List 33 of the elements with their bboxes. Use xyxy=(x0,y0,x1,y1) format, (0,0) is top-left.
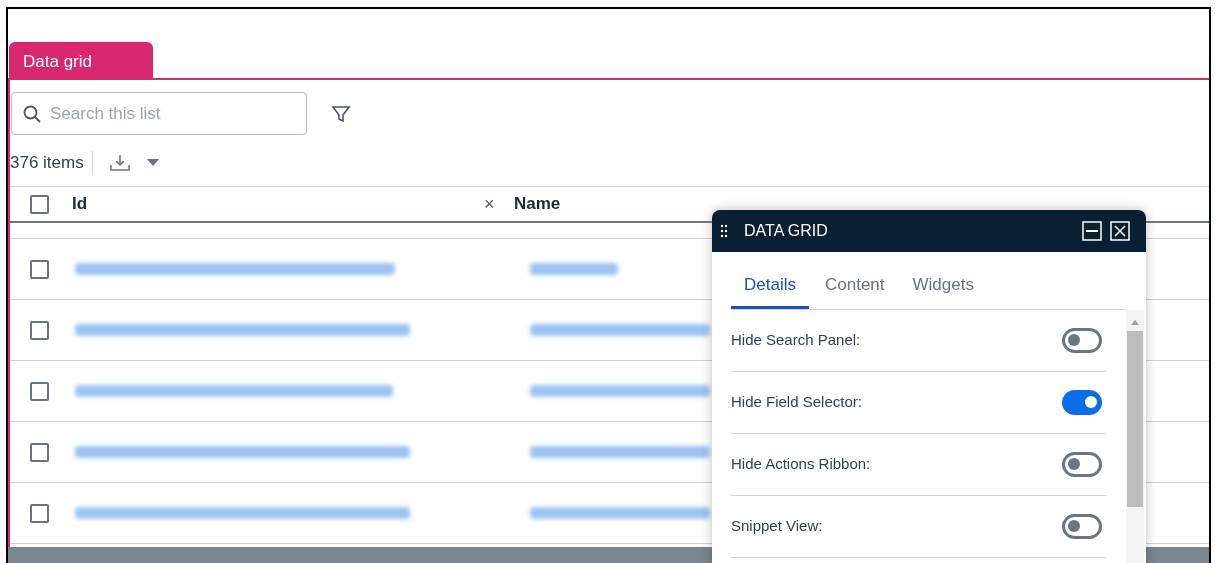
panel-tab[interactable]: Widgets xyxy=(900,272,986,309)
setting-label: Hide Field Selector: xyxy=(731,391,862,412)
setting-label: Snippet View: xyxy=(731,515,823,536)
setting-label: Hide Search Panel: xyxy=(731,329,861,350)
checkbox[interactable] xyxy=(30,259,49,279)
search-field[interactable]: Search this list xyxy=(11,92,307,135)
download-icon[interactable] xyxy=(108,153,131,173)
tab[interactable]: Data grid xyxy=(9,42,153,78)
column-header[interactable]: Id xyxy=(72,191,484,217)
caret-icon[interactable] xyxy=(146,159,159,167)
toggle-switch[interactable] xyxy=(1062,389,1102,415)
setting-label: Hide Actions Ribbon: xyxy=(731,453,871,474)
checkbox[interactable] xyxy=(30,320,49,340)
toggle-switch[interactable] xyxy=(1062,327,1102,353)
vertical-scrollbar[interactable] xyxy=(1126,309,1144,563)
search-icon xyxy=(23,105,41,123)
checkbox[interactable] xyxy=(30,442,49,462)
close-icon[interactable] xyxy=(1110,221,1130,241)
panel-tab[interactable]: Content xyxy=(812,272,897,309)
panel-tab[interactable]: Details xyxy=(731,272,809,309)
minimize-icon[interactable] xyxy=(1082,221,1102,241)
filter-icon[interactable] xyxy=(331,103,351,124)
scrollbar-thumb[interactable] xyxy=(1127,330,1143,507)
panel-title: DATA GRID xyxy=(744,221,828,241)
checkbox[interactable] xyxy=(30,381,49,401)
checkbox[interactable] xyxy=(30,503,49,523)
checkbox[interactable] xyxy=(30,194,49,214)
clear-column-button[interactable]: × xyxy=(484,190,514,218)
item-count: 376 items xyxy=(10,152,85,175)
column-header[interactable]: Name xyxy=(514,191,561,217)
drag-handle-icon[interactable] xyxy=(720,224,728,238)
toggle-switch[interactable] xyxy=(1062,451,1102,477)
toggle-switch[interactable] xyxy=(1062,513,1102,539)
